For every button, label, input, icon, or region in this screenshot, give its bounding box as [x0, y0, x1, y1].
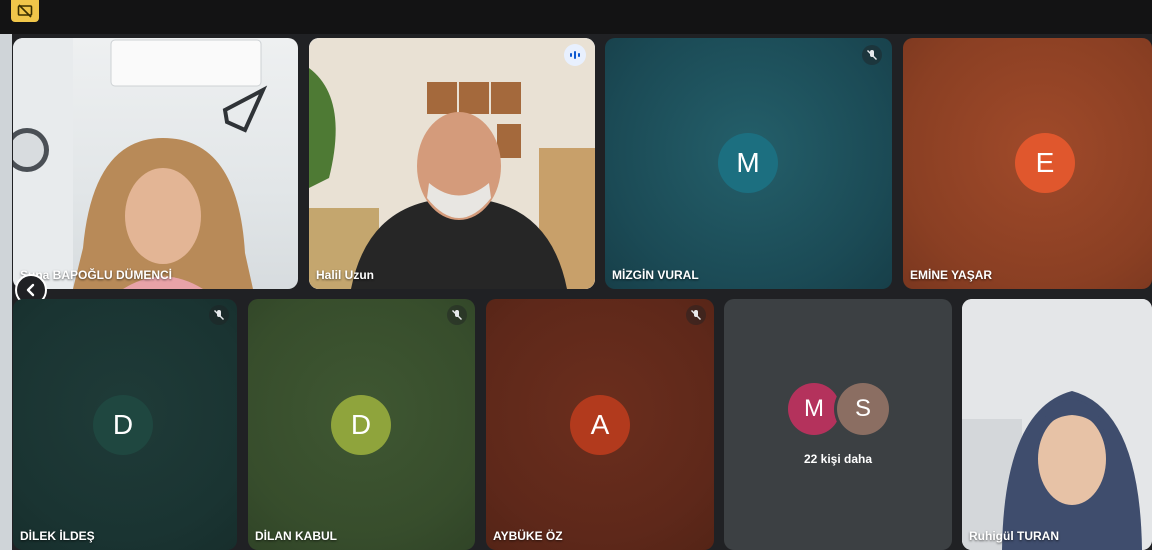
participant-video-frame — [309, 38, 595, 289]
participant-video-frame — [962, 299, 1152, 550]
participant-avatar: A — [570, 395, 630, 455]
participant-name: Ruhigül TURAN — [969, 529, 1059, 543]
mic-off-icon — [447, 305, 467, 325]
participant-name: AYBÜKE ÖZ — [493, 529, 563, 543]
mic-off-icon — [862, 45, 882, 65]
avatar-initial: M — [804, 395, 824, 422]
audio-level-icon — [564, 44, 586, 66]
overflow-avatar: M — [788, 383, 840, 435]
avatar-initial: D — [350, 409, 372, 440]
avatar-initial: A — [590, 409, 610, 440]
avatar-initial: S — [854, 395, 871, 422]
participant-name: EMİNE YAŞAR — [910, 268, 993, 282]
participant-tile[interactable]: A AYBÜKE ÖZ — [486, 299, 714, 550]
participant-tile[interactable]: Ruhigül TURAN — [962, 299, 1152, 550]
top-bar — [0, 0, 1152, 34]
participant-name: Halil Uzun — [316, 268, 375, 282]
participant-video-frame — [13, 38, 268, 289]
more-participants-label: 22 kişi daha — [803, 452, 873, 466]
avatar-initial: E — [1035, 147, 1055, 178]
mic-off-icon — [209, 305, 229, 325]
avatar-initial: M — [736, 147, 760, 178]
avatar-initial: D — [112, 409, 134, 440]
more-participants-tile[interactable]: M S 22 kişi daha — [724, 299, 952, 550]
participant-tile[interactable]: E EMİNE YAŞAR — [903, 38, 1152, 289]
left-edge-strip — [0, 0, 12, 550]
participant-tile[interactable]: D DİLAN KABUL — [248, 299, 475, 550]
participant-avatar: E — [1015, 133, 1075, 193]
presentation-off-icon[interactable] — [11, 0, 39, 22]
mic-off-icon — [686, 305, 706, 325]
participant-name: DİLEK İLDEŞ — [20, 529, 95, 543]
participant-avatar: D — [331, 395, 391, 455]
participant-name: MİZGİN VURAL — [612, 268, 699, 282]
participant-tile[interactable]: M MİZGİN VURAL — [605, 38, 892, 289]
overflow-avatar: S — [837, 383, 889, 435]
participant-avatar: M — [718, 133, 778, 193]
participant-tile[interactable]: Suna BAPOĞLU DÜMENCİ — [13, 38, 298, 289]
participant-name: DİLAN KABUL — [255, 529, 337, 543]
participant-avatar: D — [93, 395, 153, 455]
participant-tile-active-speaker[interactable]: Halil Uzun — [309, 38, 595, 289]
participant-tile[interactable]: D DİLEK İLDEŞ — [13, 299, 237, 550]
